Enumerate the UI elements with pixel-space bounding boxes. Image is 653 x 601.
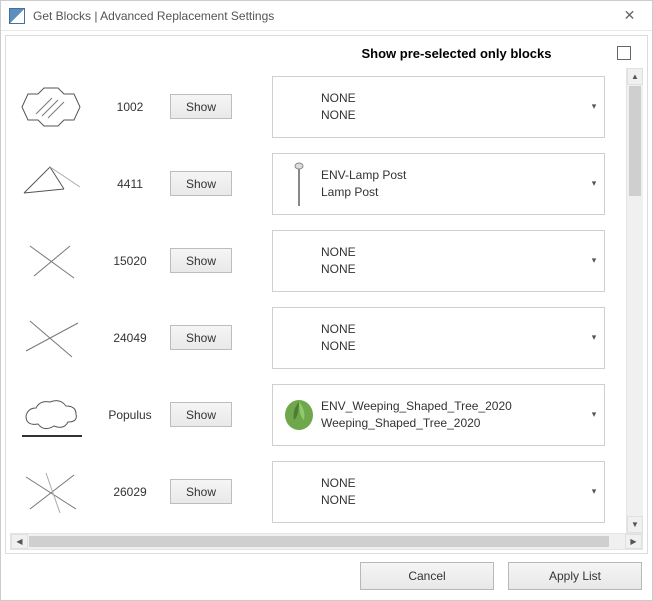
show-button[interactable]: Show — [170, 94, 232, 119]
show-button[interactable]: Show — [170, 248, 232, 273]
chevron-down-icon: ▾ — [584, 178, 604, 189]
chevron-down-icon: ▾ — [584, 101, 604, 112]
dropdown-text: NONE NONE — [317, 244, 584, 278]
dropdown-line1: NONE — [321, 90, 584, 107]
block-id: 15020 — [90, 254, 170, 268]
dropdown-text: NONE NONE — [317, 321, 584, 355]
block-thumbnail — [12, 457, 90, 527]
content-area: Show pre-selected only blocks — [1, 31, 652, 600]
inner-frame: Show pre-selected only blocks — [5, 35, 648, 554]
show-button[interactable]: Show — [170, 402, 232, 427]
replacement-dropdown[interactable]: NONE NONE ▾ — [272, 76, 605, 138]
replacement-dropdown[interactable]: ENV-Lamp Post Lamp Post ▾ — [272, 153, 605, 215]
header-row: Show pre-selected only blocks — [16, 40, 635, 66]
block-row: 26029 Show NONE NONE ▾ — [10, 453, 625, 530]
dropdown-line2: NONE — [321, 492, 584, 509]
dropdown-line1: NONE — [321, 321, 584, 338]
block-row: 24049 Show NONE NONE ▾ — [10, 299, 625, 376]
block-id: Populus — [90, 408, 170, 422]
dropdown-thumb — [281, 160, 317, 208]
window-title: Get Blocks | Advanced Replacement Settin… — [33, 9, 607, 23]
dropdown-text: ENV-Lamp Post Lamp Post — [317, 167, 584, 201]
replacement-dropdown[interactable]: NONE NONE ▾ — [272, 307, 605, 369]
scroll-right-icon[interactable]: ▶ — [625, 534, 642, 549]
show-button[interactable]: Show — [170, 325, 232, 350]
rows-container: 1002 Show NONE NONE ▾ — [10, 68, 625, 533]
dropdown-text: NONE NONE — [317, 90, 584, 124]
block-thumbnail — [12, 149, 90, 219]
block-row: Populus Show ENV_Weepin — [10, 376, 625, 453]
block-id: 1002 — [90, 100, 170, 114]
dropdown-line2: NONE — [321, 261, 584, 278]
close-button[interactable]: ✕ — [607, 1, 652, 30]
block-row: 15020 Show NONE NONE ▾ — [10, 222, 625, 299]
dropdown-thumb — [281, 468, 317, 516]
vertical-scrollbar[interactable]: ▲ ▼ — [626, 68, 643, 533]
dropdown-line1: NONE — [321, 244, 584, 261]
chevron-down-icon: ▾ — [584, 332, 604, 343]
dropdown-thumb — [281, 83, 317, 131]
scroll-down-icon[interactable]: ▼ — [627, 516, 643, 533]
block-thumbnail — [12, 303, 90, 373]
dropdown-thumb — [281, 314, 317, 362]
dropdown-line2: NONE — [321, 107, 584, 124]
block-thumbnail — [12, 72, 90, 142]
dropdown-line2: NONE — [321, 338, 584, 355]
show-button[interactable]: Show — [170, 171, 232, 196]
app-icon — [9, 8, 25, 24]
header-label: Show pre-selected only blocks — [16, 46, 617, 61]
block-thumbnail — [12, 226, 90, 296]
cancel-button[interactable]: Cancel — [360, 562, 494, 590]
block-row: 4411 Show ENV-Lamp Post La — [10, 145, 625, 222]
dropdown-text: ENV_Weeping_Shaped_Tree_2020 Weeping_Sha… — [317, 398, 584, 432]
scroll-up-icon[interactable]: ▲ — [627, 68, 643, 85]
dropdown-line1: ENV_Weeping_Shaped_Tree_2020 — [321, 398, 584, 415]
chevron-down-icon: ▾ — [584, 409, 604, 420]
window: Get Blocks | Advanced Replacement Settin… — [0, 0, 653, 601]
apply-button[interactable]: Apply List — [508, 562, 642, 590]
scroll-left-icon[interactable]: ◀ — [11, 534, 28, 549]
scroll-thumb[interactable] — [29, 536, 609, 547]
replacement-dropdown[interactable]: NONE NONE ▾ — [272, 461, 605, 523]
dropdown-line2: Weeping_Shaped_Tree_2020 — [321, 415, 584, 432]
block-id: 24049 — [90, 331, 170, 345]
block-id: 26029 — [90, 485, 170, 499]
preselected-checkbox[interactable] — [617, 46, 631, 60]
block-id: 4411 — [90, 177, 170, 191]
replacement-dropdown[interactable]: ENV_Weeping_Shaped_Tree_2020 Weeping_Sha… — [272, 384, 605, 446]
chevron-down-icon: ▾ — [584, 255, 604, 266]
chevron-down-icon: ▾ — [584, 486, 604, 497]
dropdown-thumb — [281, 391, 317, 439]
block-thumbnail — [12, 380, 90, 450]
dropdown-line1: NONE — [321, 475, 584, 492]
dropdown-line1: ENV-Lamp Post — [321, 167, 584, 184]
dropdown-line2: Lamp Post — [321, 184, 584, 201]
scroll-track[interactable] — [28, 534, 625, 549]
titlebar: Get Blocks | Advanced Replacement Settin… — [1, 1, 652, 31]
replacement-dropdown[interactable]: NONE NONE ▾ — [272, 230, 605, 292]
footer: Cancel Apply List — [5, 558, 648, 594]
scroll-area: 1002 Show NONE NONE ▾ — [10, 68, 643, 533]
dropdown-text: NONE NONE — [317, 475, 584, 509]
horizontal-scrollbar[interactable]: ◀ ▶ — [10, 533, 643, 550]
scroll-thumb[interactable] — [629, 86, 641, 196]
block-row: 1002 Show NONE NONE ▾ — [10, 68, 625, 145]
show-button[interactable]: Show — [170, 479, 232, 504]
dropdown-thumb — [281, 237, 317, 285]
